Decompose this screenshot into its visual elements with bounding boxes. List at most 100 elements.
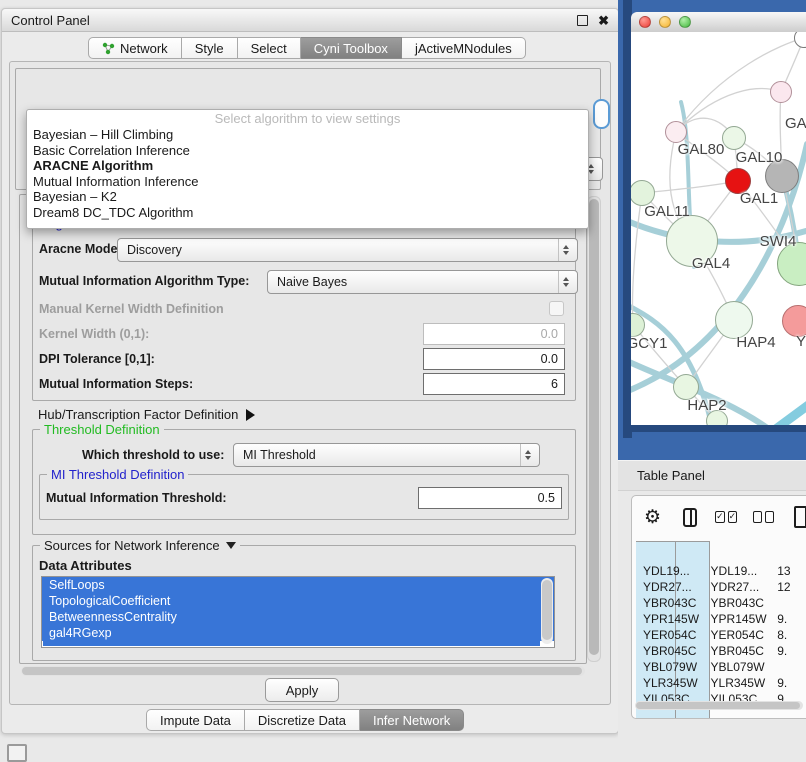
minimize-traffic-icon[interactable] <box>659 16 671 28</box>
table-toolbar: ⚙ ✓ ✓ <box>632 496 806 538</box>
tab-jactivemnodules[interactable]: jActiveMNodules <box>402 37 526 59</box>
table-panel: ⚙ ✓ ✓ shared... name A YDL19... YDL19...… <box>631 495 806 719</box>
mi-algorithm-type-value: Naive Bayes <box>277 275 558 289</box>
node-label: HAP4 <box>736 334 775 351</box>
control-panel-window: Control Panel ✖ Network Style Select <box>1 8 619 734</box>
data-attributes-label: Data Attributes <box>39 558 132 573</box>
attribute-item[interactable]: SelfLoops <box>42 577 554 593</box>
cell: YBL079W <box>704 659 771 675</box>
list-scrollbar-thumb[interactable] <box>542 580 552 640</box>
algorithm-option[interactable]: Dream8 DC_TDC Algorithm <box>27 205 588 221</box>
node-label: GAL80 <box>678 141 725 158</box>
settings-hscrollbar-thumb[interactable] <box>22 667 582 675</box>
mi-steps-input[interactable]: 6 <box>423 373 565 395</box>
control-panel-tabs: Network Style Select Cyni Toolbox jActiv… <box>88 37 526 59</box>
cell: YDR27... <box>704 579 771 595</box>
node-gal-pink[interactable] <box>770 81 792 103</box>
manual-kernel-width-label: Manual Kernel Width Definition <box>39 302 224 316</box>
dpi-tolerance-input[interactable]: 0.0 <box>423 348 565 370</box>
which-threshold-select[interactable]: MI Threshold <box>233 443 540 467</box>
tab-infer-network[interactable]: Infer Network <box>360 709 464 731</box>
network-canvas[interactable]: GAL GAL80 GAL10 GAL1 GAL11 GAL4 SWI4 GCY… <box>631 32 806 425</box>
algorithm-option[interactable]: Bayesian – Hill Climbing <box>27 127 588 143</box>
table-row[interactable]: YLR345W YLR345W 9. <box>636 675 806 691</box>
close-traffic-icon[interactable] <box>639 16 651 28</box>
manual-kernel-width-checkbox[interactable] <box>549 301 564 316</box>
algorithm-dropdown-list: Select algorithm to view settings Bayesi… <box>26 109 589 229</box>
tab-cyni-toolbox[interactable]: Cyni Toolbox <box>301 37 402 59</box>
data-attributes-list[interactable]: SelfLoops TopologicalCoefficient Between… <box>41 576 555 648</box>
cell: 8. <box>770 627 806 643</box>
attribute-item[interactable]: BetweennessCentrality <box>42 609 554 625</box>
mi-algorithm-type-select[interactable]: Naive Bayes <box>267 270 578 294</box>
algorithm-option-selected[interactable]: ARACNE Algorithm <box>27 158 588 174</box>
apply-button[interactable]: Apply <box>265 678 339 702</box>
cell: YBR043C <box>636 595 704 611</box>
deselect-checkbox-icon2[interactable] <box>765 511 774 523</box>
float-window-icon[interactable] <box>577 15 588 26</box>
cell: 9 <box>770 691 806 701</box>
settings-scrollbar-thumb[interactable] <box>589 199 599 655</box>
help-button[interactable] <box>593 99 610 129</box>
mi-steps-label: Mutual Information Steps: <box>39 377 193 391</box>
aracne-mode-select[interactable]: Discovery <box>117 238 578 262</box>
tab-style[interactable]: Style <box>182 37 238 59</box>
tab-impute-data[interactable]: Impute Data <box>146 709 245 731</box>
table-row-partial[interactable]: YIL053C YIL053C 9 <box>636 691 806 701</box>
hub-definition-label: Hub/Transcription Factor Definition <box>38 407 238 422</box>
settings-vertical-scrollbar[interactable] <box>587 196 601 662</box>
algorithm-definition-group: Algorithm Definition Aracne Mode: Discov… <box>32 223 576 401</box>
attribute-item[interactable]: gal4RGexp <box>42 625 554 641</box>
algorithm-option[interactable]: Mutual Information Inference <box>27 174 588 190</box>
sources-title-row[interactable]: Sources for Network Inference <box>40 538 240 553</box>
algorithm-option[interactable]: Basic Correlation Inference <box>27 143 588 159</box>
network-view-window: GAL GAL80 GAL10 GAL1 GAL11 GAL4 SWI4 GCY… <box>631 12 806 425</box>
network-window-titlebar <box>631 12 806 33</box>
node-label: GAL1 <box>740 190 778 207</box>
select-all-checkbox-icon[interactable]: ✓ <box>715 511 725 523</box>
dropdown-placeholder: Select algorithm to view settings <box>27 111 588 127</box>
settings-horizontal-scrollbar[interactable] <box>21 666 585 676</box>
kernel-width-input[interactable]: 0.0 <box>423 323 565 345</box>
cell: 9. <box>770 675 806 691</box>
mi-threshold-input[interactable]: 0.5 <box>418 487 562 509</box>
collapse-down-icon <box>226 542 236 549</box>
cell: YBR043C <box>704 595 771 611</box>
settings-gear-icon[interactable]: ⚙ <box>644 506 661 529</box>
tab-discretize-data[interactable]: Discretize Data <box>245 709 360 731</box>
hub-definition-toggle[interactable]: Hub/Transcription Factor Definition <box>38 407 255 422</box>
table-hscrollbar-thumb[interactable] <box>636 702 800 709</box>
zoom-traffic-icon[interactable] <box>679 16 691 28</box>
table-row[interactable]: YBR045C YBR045C 9. <box>636 643 806 659</box>
tab-network[interactable]: Network <box>88 37 182 59</box>
table-row[interactable]: YER054C YER054C 8. <box>636 627 806 643</box>
algorithm-option[interactable]: Bayesian – K2 <box>27 189 588 205</box>
select-all-checkbox-icon2[interactable]: ✓ <box>728 511 738 523</box>
list-vertical-scrollbar[interactable] <box>541 578 553 644</box>
cell: YBL079W <box>636 659 704 675</box>
node-label: GAL <box>785 115 806 132</box>
close-icon[interactable]: ✖ <box>598 14 609 27</box>
export-table-icon[interactable] <box>794 506 806 528</box>
application-root: Control Panel ✖ Network Style Select <box>0 0 806 762</box>
window-bottom-shadow <box>631 425 806 432</box>
table-row[interactable]: YDL19... YDL19... 13 <box>636 563 806 579</box>
node-gal80[interactable] <box>665 121 687 143</box>
table-row[interactable]: YDR27... YDR27... 12 <box>636 579 806 595</box>
table-row[interactable]: YBR043C YBR043C <box>636 595 806 611</box>
node-label: GCY1 <box>631 335 667 352</box>
control-panel-title: Control Panel <box>11 13 90 28</box>
stepper-icon <box>558 239 573 261</box>
tab-select[interactable]: Select <box>238 37 301 59</box>
cell: YBR045C <box>636 643 704 659</box>
minimized-panel-icon[interactable] <box>7 744 27 762</box>
deselect-checkbox-icon[interactable] <box>753 511 762 523</box>
table-horizontal-scrollbar[interactable] <box>635 701 803 710</box>
table-row[interactable]: YBL079W YBL079W <box>636 659 806 675</box>
node-gal10[interactable] <box>722 126 746 150</box>
stepper-icon <box>558 271 573 293</box>
table-row[interactable]: YPR145W YPR145W 9. <box>636 611 806 627</box>
attribute-item[interactable]: TopologicalCoefficient <box>42 593 554 609</box>
threshold-definition-group: Threshold Definition Which threshold to … <box>32 429 576 535</box>
column-layout-icon[interactable] <box>683 508 697 527</box>
